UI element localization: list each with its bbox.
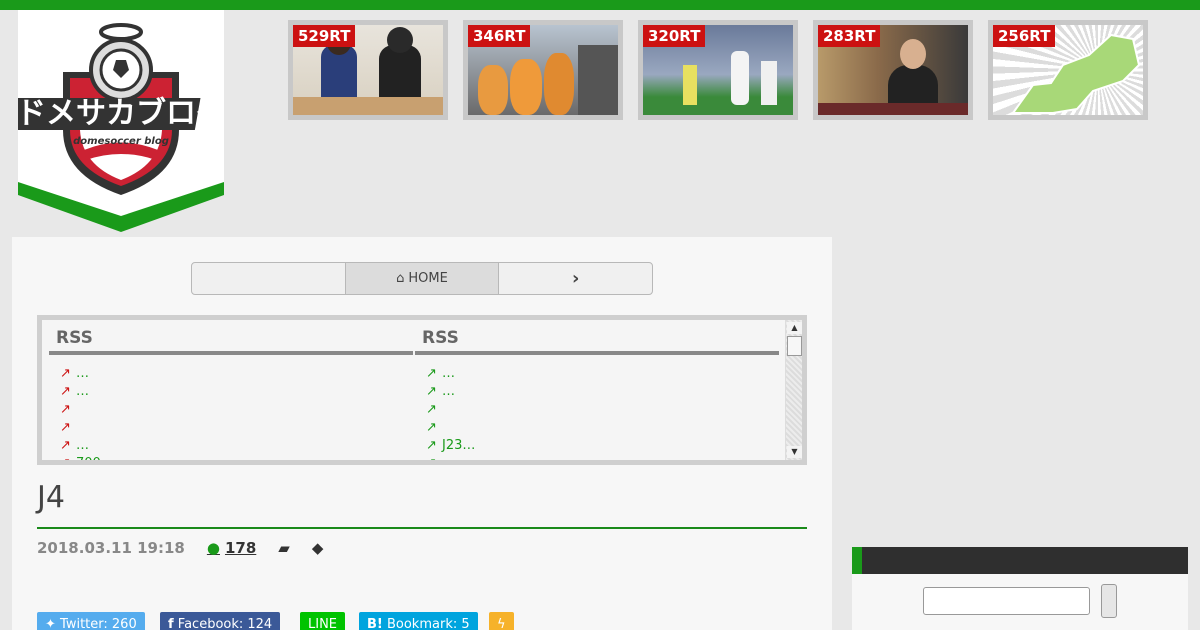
rss-item[interactable]: ↗ [426, 455, 779, 460]
rt-count-badge: 256RT [993, 25, 1056, 47]
rt-count-badge: 346RT [468, 25, 531, 47]
hatena-bookmark-button[interactable]: B! Bookmark: 5 [359, 612, 478, 630]
twitter-share-button[interactable]: ✦ Twitter: 260 [37, 612, 145, 630]
rss-item[interactable]: ↗… [60, 383, 413, 401]
ranking-item[interactable]: 346RT [463, 20, 623, 120]
ranking-item[interactable]: 320RT [638, 20, 798, 120]
rss-column-left: RSS ↗… ↗… ↗ ↗ ↗… ↗700 [49, 320, 413, 460]
comments-icon: ● [206, 539, 220, 557]
rt-count-badge: 529RT [293, 25, 356, 47]
lightning-icon: ϟ [497, 617, 506, 630]
home-link[interactable]: ⌂ HOME [345, 263, 500, 294]
rss-item[interactable]: ↗… [60, 437, 413, 455]
facebook-icon: f [168, 617, 174, 630]
scroll-down-arrow-icon[interactable]: ▼ [787, 446, 802, 458]
logo-banner-icon: ドメサカブログ domesoccer blog [18, 10, 224, 232]
site-logo[interactable]: ドメサカブログ domesoccer blog [18, 10, 224, 234]
rss-item[interactable]: ↗ [426, 419, 779, 437]
post-title: J4 [37, 480, 65, 515]
rss-scrollbar[interactable]: ▲ ▼ [785, 320, 802, 460]
rss-item[interactable]: ↗… [426, 383, 779, 401]
rss-item[interactable]: ↗… [60, 365, 413, 383]
map-illustration: 256RT [993, 25, 1143, 115]
rss-scroll-area[interactable]: RSS ↗… ↗… ↗ ↗ ↗… ↗700 RSS ↗… ↗… ↗ ↗ ↗J23… [42, 320, 802, 460]
sidebar-search-widget [852, 547, 1188, 630]
folder-icon[interactable]: ▰ [278, 539, 290, 557]
ranking-item[interactable]: 256RT [988, 20, 1148, 120]
ranking-item[interactable]: 529RT [288, 20, 448, 120]
prev-post-link[interactable] [192, 263, 346, 294]
svg-text:domesoccer blog: domesoccer blog [73, 136, 169, 147]
rss-item[interactable]: ↗ [426, 401, 779, 419]
external-link-icon: ↗ [426, 438, 437, 453]
rss-item[interactable]: ↗… [426, 365, 779, 383]
external-link-icon: ↗ [60, 438, 71, 453]
external-link-icon: ↗ [426, 366, 437, 381]
soccer-match-photo: 320RT [643, 25, 793, 115]
external-link-icon: ↗ [426, 455, 442, 460]
line-share-button[interactable]: LINE [300, 612, 346, 630]
external-link-icon: ↗ [60, 366, 71, 381]
next-post-link[interactable]: › [499, 263, 652, 294]
comment-count-link[interactable]: ● 178 [207, 539, 256, 557]
title-divider [37, 527, 807, 529]
search-input[interactable] [923, 587, 1090, 615]
rt-count-badge: 283RT [818, 25, 881, 47]
external-link-icon: ↗ [426, 402, 437, 417]
post-pager: ⌂ HOME › [191, 262, 653, 295]
main-content: ⌂ HOME › RSS ↗… ↗… ↗ ↗ ↗… ↗700 RSS [12, 237, 832, 630]
press-conference-photo: 283RT [818, 25, 968, 115]
svg-text:ドメサカブログ: ドメサカブログ [18, 96, 224, 131]
external-link-icon: ↗ [60, 384, 71, 399]
rss-item[interactable]: ↗700 [60, 455, 413, 460]
hatena-icon: B! [367, 617, 383, 630]
rss-item[interactable]: ↗ J23… [426, 437, 779, 455]
post-date: 2018.03.11 19:18 [37, 539, 185, 557]
rss-item[interactable]: ↗ [60, 419, 413, 437]
mascot-bottles-photo: 346RT [468, 25, 618, 115]
twitter-icon: ✦ [45, 617, 56, 630]
facebook-share-button[interactable]: f Facebook: 124 [160, 612, 281, 630]
rss-feed-box: RSS ↗… ↗… ↗ ↗ ↗… ↗700 RSS ↗… ↗… ↗ ↗ ↗J23… [37, 315, 807, 465]
external-link-icon: ↗ [426, 384, 437, 399]
rss-heading: RSS [415, 320, 779, 355]
home-icon: ⌂ [396, 271, 405, 286]
ranking-item[interactable]: 283RT [813, 20, 973, 120]
external-link-icon: ↗ [426, 420, 437, 435]
top-accent-bar [0, 0, 1200, 10]
scrollbar-thumb[interactable] [787, 336, 802, 356]
post-meta: 2018.03.11 19:18 ● 178 ▰ ◆ [37, 539, 323, 557]
widget-header [852, 547, 1188, 574]
feedly-button[interactable]: ϟ [489, 612, 514, 630]
search-button[interactable] [1101, 584, 1117, 618]
external-link-icon: ↗ [60, 420, 71, 435]
scroll-up-arrow-icon[interactable]: ▲ [787, 322, 802, 334]
chevron-right-icon: › [571, 268, 580, 289]
rt-count-badge: 320RT [643, 25, 706, 47]
two-people-photo: 529RT [293, 25, 443, 115]
rss-heading: RSS [49, 320, 413, 355]
rss-column-right: RSS ↗… ↗… ↗ ↗ ↗J23… ↗ [415, 320, 779, 460]
rss-item[interactable]: ↗ [60, 401, 413, 419]
external-link-icon: ↗ [60, 455, 76, 460]
tags-icon[interactable]: ◆ [312, 539, 324, 557]
external-link-icon: ↗ [60, 402, 71, 417]
